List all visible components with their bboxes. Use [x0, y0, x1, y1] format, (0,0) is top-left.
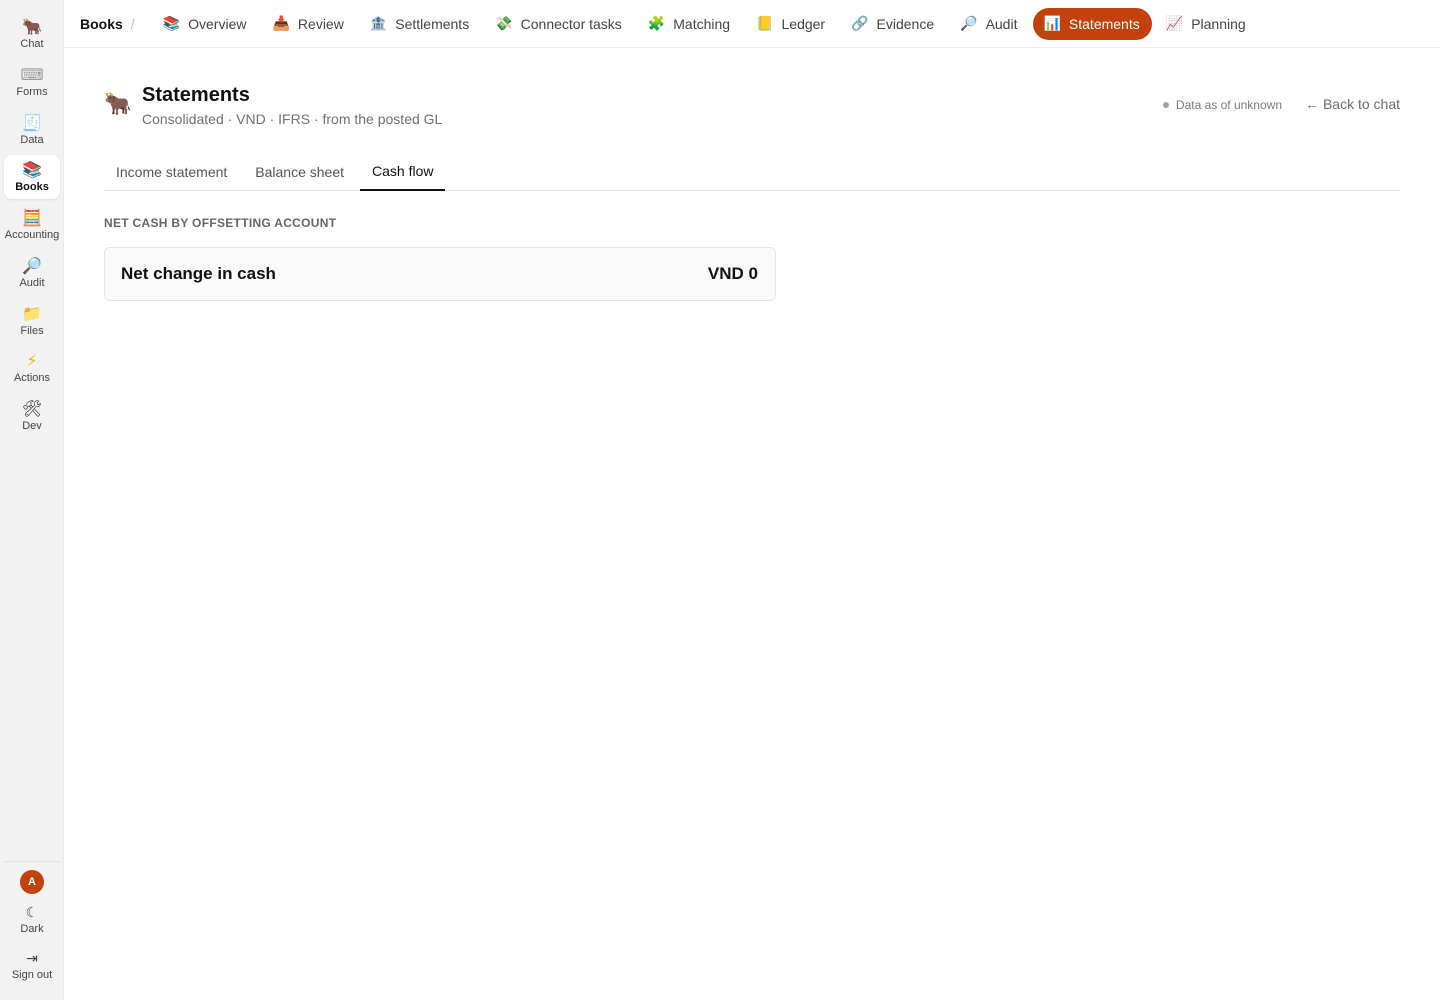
sidebar-item-chat[interactable]: 🐂 Chat: [4, 12, 60, 56]
books-icon: 📚: [162, 15, 181, 32]
sidebar-item-label: Forms: [16, 86, 48, 98]
tab-settlements[interactable]: 🏦 Settlements: [360, 8, 481, 40]
lightning-icon: ⚡: [26, 351, 38, 370]
tab-label: Settlements: [395, 15, 470, 32]
top-navigation: Books / 📚 Overview 📥 Review 🏦 Settlement…: [64, 0, 1440, 48]
net-change-in-cash-row: Net change in cash VND 0: [104, 247, 776, 301]
section-label: NET CASH BY OFFSETTING ACCOUNT: [104, 216, 337, 230]
tab-review[interactable]: 📥 Review: [262, 8, 355, 40]
tab-label: Evidence: [876, 15, 935, 32]
tab-matching[interactable]: 🧩 Matching: [638, 8, 742, 40]
breadcrumb-separator: /: [130, 15, 135, 32]
receipt-icon: 🧾: [22, 113, 42, 132]
sidebar-item-label: Books: [15, 181, 49, 193]
data-status: Data as of unknown: [1162, 98, 1282, 112]
sidebar-item-label: Files: [20, 325, 44, 337]
tab-overview[interactable]: 📚 Overview: [153, 8, 259, 40]
sidebar: 🐂 Chat ⌨ Forms 🧾 Data 📚 Books 🧮 Accounti…: [0, 0, 64, 1000]
folder-icon: 📁: [22, 304, 42, 323]
tools-icon: 🛠: [21, 399, 43, 418]
net-change-value: VND 0: [707, 264, 758, 283]
tab-audit[interactable]: 🔎 Audit: [950, 8, 1029, 40]
sidebar-item-label: Audit: [19, 277, 45, 289]
sidebar-item-label: Actions: [13, 372, 51, 384]
sidebar-item-dev[interactable]: 🛠 Dev: [4, 394, 60, 438]
abacus-icon: 🧮: [22, 208, 42, 227]
tab-label: Planning: [1191, 15, 1246, 32]
books-icon: 📚: [22, 160, 42, 179]
moon-icon: ☾: [25, 905, 39, 921]
tab-label: Connector tasks: [520, 15, 622, 32]
sign-out-icon: ⇥: [26, 951, 38, 967]
money-wings-icon: 💸: [495, 15, 513, 32]
page-title: Statements: [142, 84, 250, 106]
tab-label: Statements: [1068, 15, 1140, 32]
page-subtitle: Consolidated · VND · IFRS · from the pos…: [142, 111, 443, 127]
tab-balance-sheet[interactable]: Balance sheet: [243, 152, 356, 191]
tab-label: Review: [297, 15, 344, 32]
ledger-icon: 📒: [756, 15, 774, 32]
sidebar-item-accounting[interactable]: 🧮 Accounting: [4, 203, 60, 247]
sidebar-item-forms[interactable]: ⌨ Forms: [4, 60, 60, 104]
net-change-label: Net change in cash: [121, 264, 276, 283]
sidebar-item-label: Chat: [20, 38, 44, 50]
breadcrumb[interactable]: Books: [80, 16, 123, 32]
bar-chart-icon: 📊: [1043, 15, 1061, 32]
sidebar-divider: [4, 861, 60, 862]
bank-icon: 🏦: [369, 15, 388, 32]
status-dot-icon: [1162, 102, 1169, 108]
magnifier-icon: 🔎: [960, 15, 978, 32]
sign-out-label: Sign out: [11, 969, 53, 981]
tab-evidence[interactable]: 🔗 Evidence: [841, 8, 946, 40]
keyboard-icon: ⌨: [20, 65, 44, 84]
avatar[interactable]: A: [20, 870, 44, 894]
sidebar-item-label: Accounting: [4, 229, 60, 241]
tab-cash-flow[interactable]: Cash flow: [360, 152, 446, 191]
puzzle-icon: 🧩: [647, 15, 666, 32]
magnifier-icon: 🔎: [22, 256, 42, 275]
sidebar-item-audit[interactable]: 🔎 Audit: [4, 251, 60, 295]
tab-label: Matching: [673, 15, 731, 32]
tab-income-statement[interactable]: Income statement: [104, 152, 239, 191]
tab-statements[interactable]: 📊 Statements: [1033, 7, 1152, 40]
sidebar-item-label: Dev: [22, 420, 42, 432]
sidebar-item-data[interactable]: 🧾 Data: [4, 108, 60, 152]
tab-ledger[interactable]: 📒 Ledger: [746, 8, 837, 40]
sidebar-item-label: Data: [20, 134, 44, 146]
trending-up-icon: 📈: [1165, 15, 1184, 32]
dark-mode-label: Dark: [20, 923, 44, 935]
inbox-icon: 📥: [272, 15, 290, 32]
statement-tabs: Income statement Balance sheet Cash flow: [104, 152, 1400, 191]
dark-mode-toggle[interactable]: ☾ Dark: [4, 900, 60, 940]
sidebar-item-actions[interactable]: ⚡ Actions: [4, 346, 60, 390]
tab-connector-tasks[interactable]: 💸 Connector tasks: [485, 8, 634, 40]
link-icon: 🔗: [851, 15, 869, 32]
tab-label: Audit: [985, 15, 1018, 32]
tab-planning[interactable]: 📈 Planning: [1156, 8, 1258, 40]
sign-out-button[interactable]: ⇥ Sign out: [4, 946, 60, 986]
tab-label: Ledger: [781, 15, 826, 32]
bull-icon: 🐂: [104, 92, 132, 117]
page-header: 🐂 Statements Consolidated · VND · IFRS ·…: [104, 84, 1400, 134]
tab-label: Overview: [188, 15, 247, 32]
data-status-text: Data as of unknown: [1175, 98, 1282, 112]
back-to-chat-link[interactable]: ← Back to chat: [1305, 96, 1400, 112]
sidebar-item-files[interactable]: 📁 Files: [4, 299, 60, 343]
sidebar-item-books[interactable]: 📚 Books: [4, 155, 60, 199]
bull-icon: 🐂: [22, 17, 42, 36]
